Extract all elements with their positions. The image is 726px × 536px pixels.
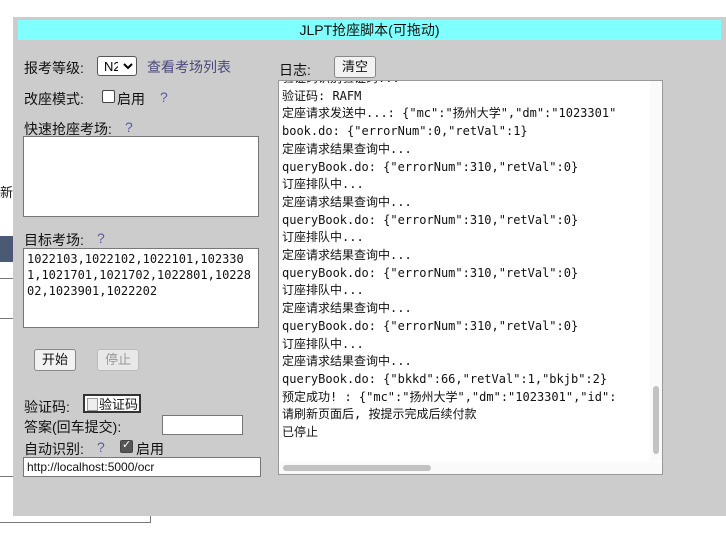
log-line: 已停止 — [282, 425, 319, 440]
view-sites-link[interactable]: 查看考场列表 — [147, 57, 231, 77]
log-line: 订座排队中... — [282, 177, 364, 192]
target-sites-textarea[interactable]: 1022103,1022102,1022101,1023301,1021701,… — [23, 248, 259, 328]
log-line: 定座请求发送中...: {"mc":"扬州大学","dm":"1023301" — [282, 106, 617, 121]
captcha-label: 验证码: — [24, 399, 70, 415]
log-line: 定座请求结果查询中... — [282, 141, 412, 156]
auto-recognize-checkbox-label[interactable]: 启用 — [136, 439, 164, 459]
log-line: book.do: {"errorNum":0,"retVal":1} — [282, 124, 528, 139]
log-line: 定座请求结果查询中... — [282, 354, 412, 369]
level-label: 报考等级: — [24, 60, 84, 76]
ocr-url-input[interactable]: http://localhost:5000/ocr — [23, 457, 261, 477]
level-select[interactable]: N2 — [97, 56, 137, 76]
log-line: 定座请求结果查询中... — [282, 248, 412, 263]
log-label: 日志: — [279, 62, 311, 78]
log-vertical-scrollbar[interactable] — [650, 81, 662, 461]
background-divider — [0, 278, 14, 279]
background-divider — [0, 318, 14, 319]
background-divider — [0, 476, 14, 477]
log-content: 验证码识别验证码...验证码: RAFM 定座请求发送中...: {"mc":"扬… — [282, 81, 646, 442]
captcha-image-alt: 验证码 — [99, 397, 139, 412]
log-line: queryBook.do: {"errorNum":310,"retVal":0… — [282, 318, 579, 333]
log-line: 定座请求结果查询中... — [282, 301, 412, 316]
log-line: 请刷新页面后, 按提示完成后续付款 — [282, 407, 477, 422]
log-line: 预定成功! : {"mc":"扬州大学","dm":"1023301","id"… — [282, 389, 617, 404]
auto-recognize-checkbox[interactable] — [120, 438, 133, 453]
auto-recognize-label: 自动识别: — [24, 441, 84, 457]
log-vertical-scroll-thumb[interactable] — [653, 386, 659, 454]
background-band — [0, 236, 14, 262]
mode-checkbox[interactable] — [102, 90, 115, 103]
broken-image-icon — [87, 398, 98, 411]
start-button[interactable]: 开始 — [34, 349, 77, 371]
auto-recognize-help-icon[interactable]: ? — [97, 439, 105, 455]
target-sites-help-icon[interactable]: ? — [97, 230, 105, 246]
script-panel[interactable]: JLPT抢座脚本(可拖动) 报考等级: N2 查看考场列表 改座模式: 启用 ?… — [13, 17, 726, 516]
log-line: queryBook.do: {"errorNum":310,"retVal":0… — [282, 212, 579, 227]
log-area[interactable]: 验证码识别验证码...验证码: RAFM 定座请求发送中...: {"mc":"扬… — [278, 80, 663, 475]
log-line: queryBook.do: {"errorNum":310,"retVal":0… — [282, 159, 579, 174]
log-line: queryBook.do: {"bkkd":66,"retVal":1,"bkj… — [282, 371, 608, 386]
log-line: 验证码: RAFM — [282, 88, 362, 103]
background-partial-text: 新 — [0, 185, 14, 200]
quick-sites-help-icon[interactable]: ? — [125, 119, 133, 135]
target-sites-label: 目标考场: — [24, 232, 84, 248]
log-line: 订座排队中... — [282, 230, 364, 245]
log-line: 订座排队中... — [282, 336, 364, 351]
quick-sites-textarea[interactable] — [23, 136, 259, 217]
log-line: 定座请求结果查询中... — [282, 194, 412, 209]
log-line: queryBook.do: {"errorNum":310,"retVal":0… — [282, 265, 579, 280]
answer-label: 答案(回车提交): — [24, 419, 122, 435]
stop-button[interactable]: 停止 — [97, 349, 140, 371]
mode-label: 改座模式: — [24, 91, 84, 107]
log-line: 订座排队中... — [282, 283, 364, 298]
clear-log-button[interactable]: 清空 — [334, 56, 377, 78]
mode-help-icon[interactable]: ? — [160, 89, 168, 105]
captcha-image[interactable]: 验证码 — [83, 394, 141, 413]
log-line: 验证码识别验证码... — [282, 81, 646, 88]
panel-title-bar[interactable]: JLPT抢座脚本(可拖动) — [18, 20, 721, 40]
mode-checkbox-label[interactable]: 启用 — [117, 89, 145, 109]
log-horizontal-scroll-thumb[interactable] — [283, 465, 431, 471]
log-horizontal-scrollbar[interactable] — [279, 462, 662, 474]
answer-input[interactable] — [162, 415, 243, 435]
